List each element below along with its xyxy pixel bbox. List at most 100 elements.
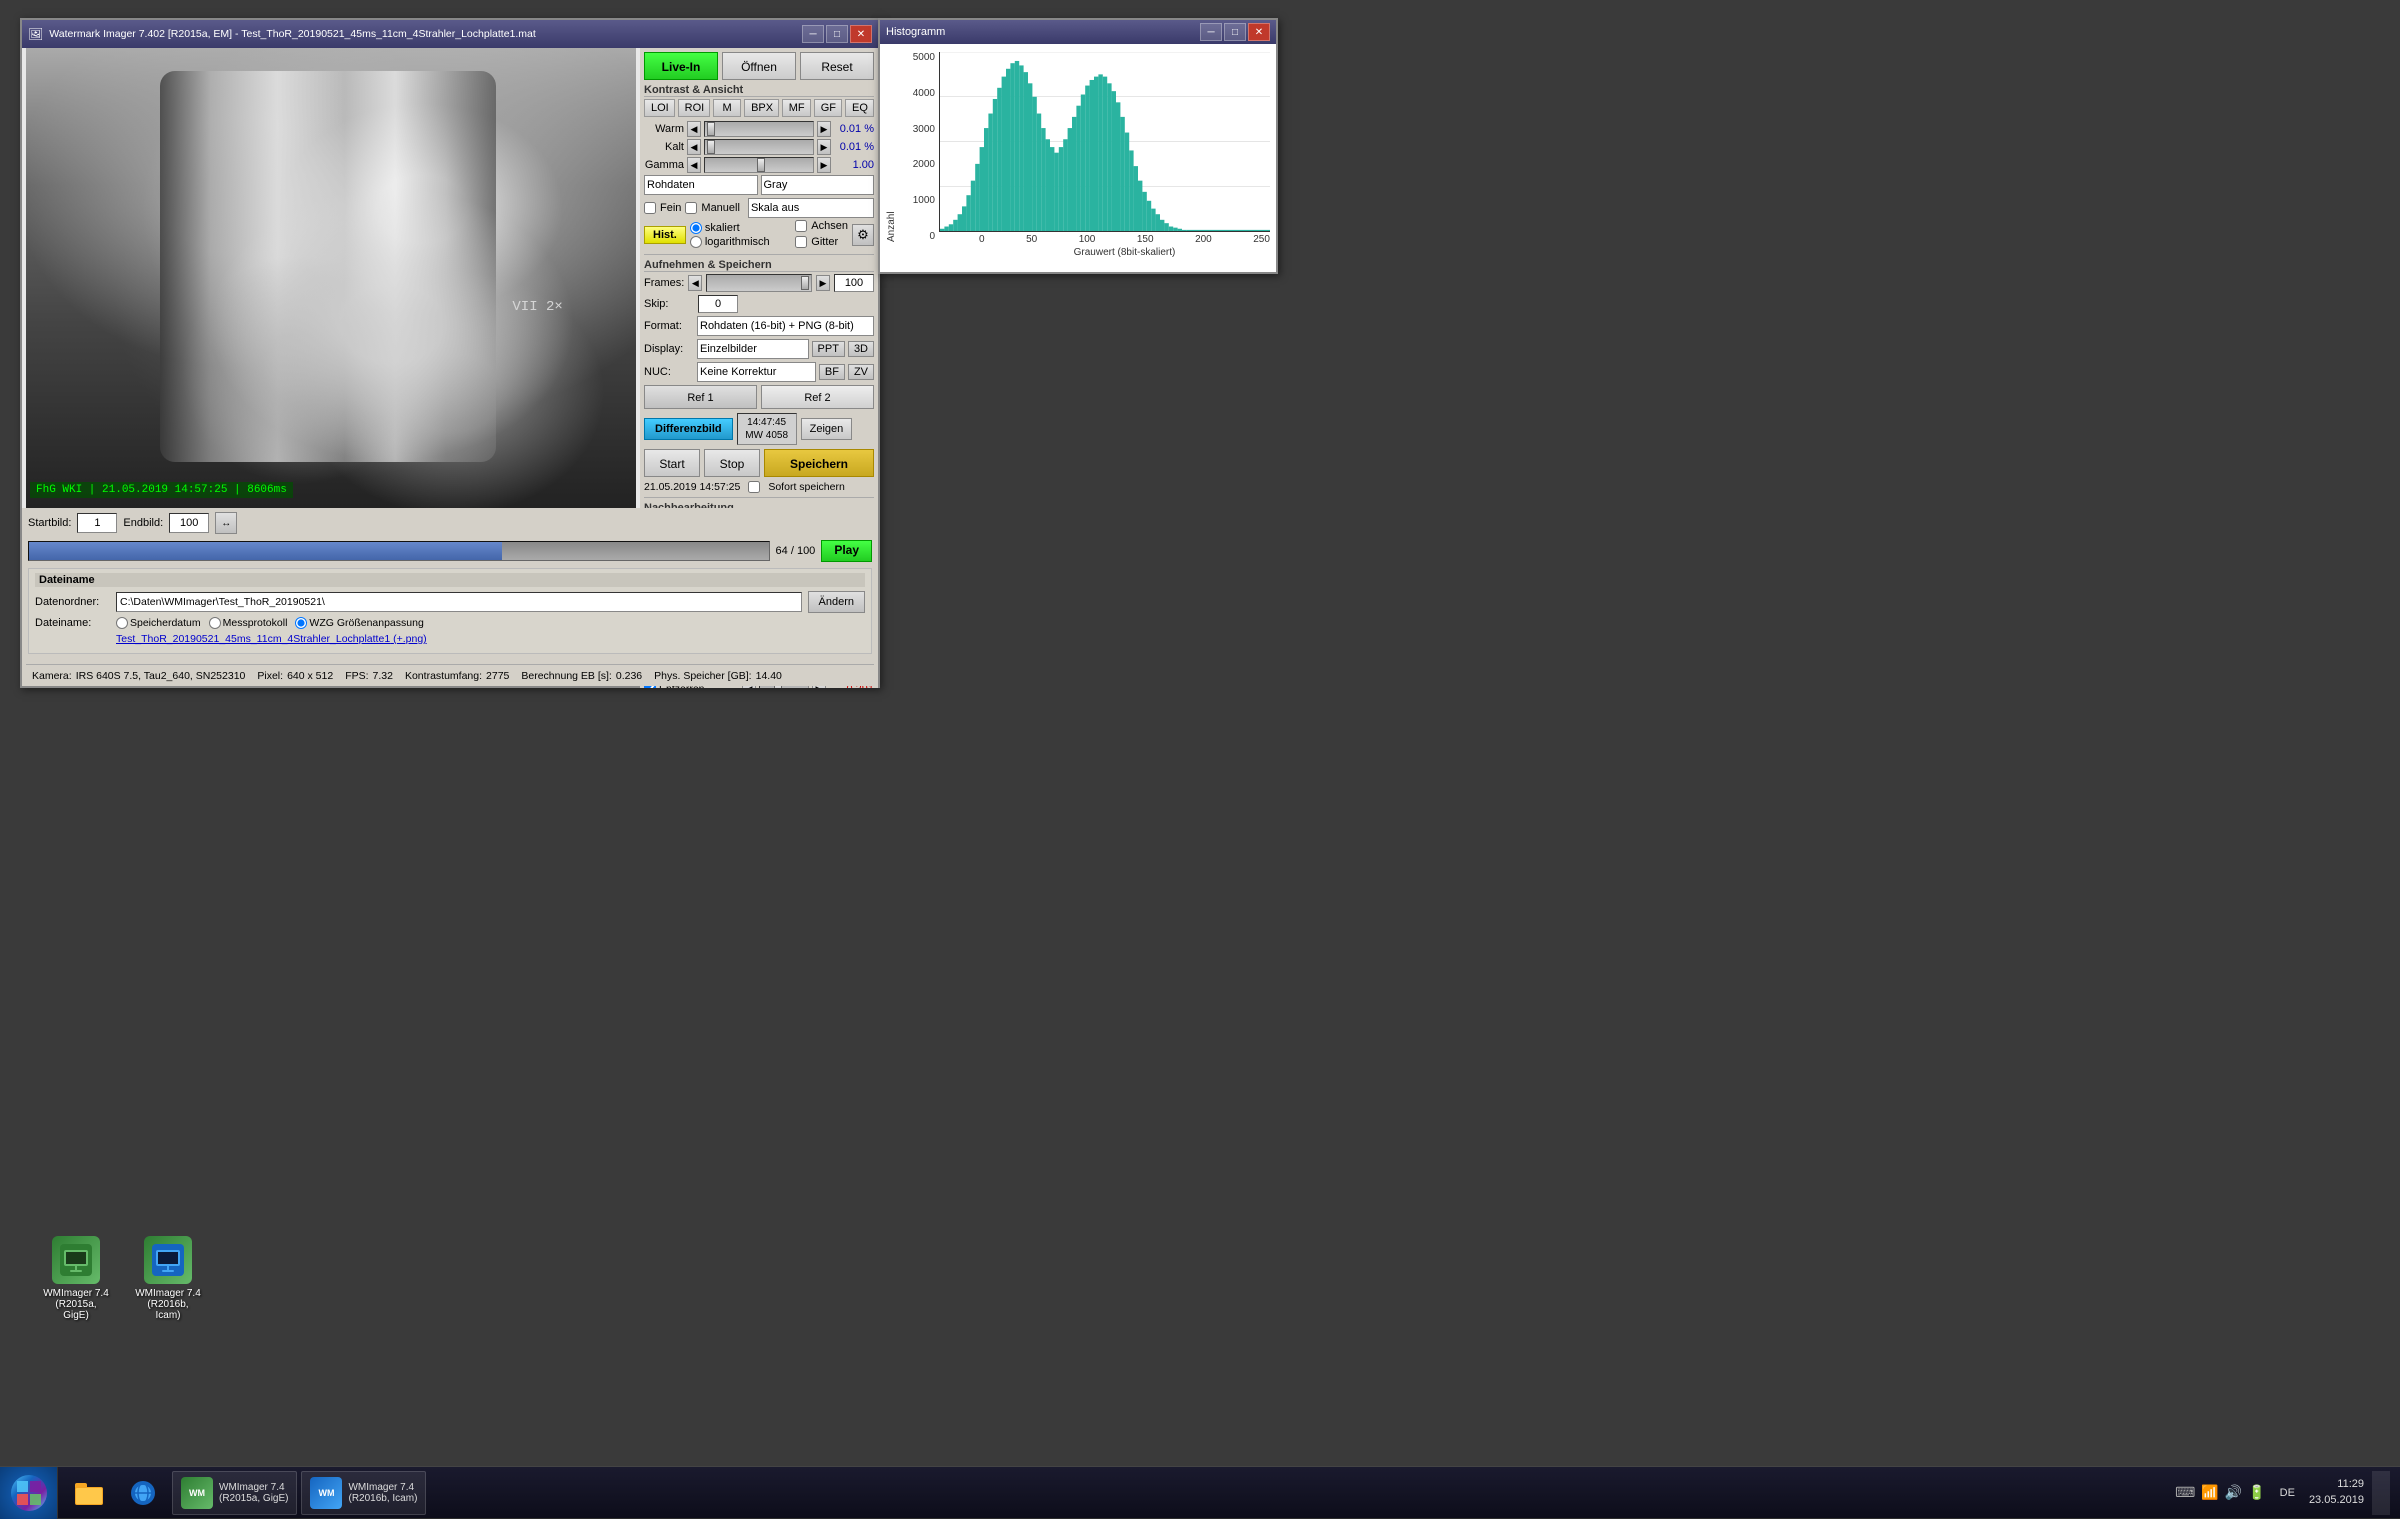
speicherdatum-label: Speicherdatum xyxy=(130,617,201,629)
manuell-checkbox[interactable] xyxy=(685,202,697,214)
hist-y-axis-label: Anzahl xyxy=(886,52,897,242)
skala-dropdown[interactable]: Skala aus xyxy=(748,198,874,218)
hist-maximize-button[interactable]: □ xyxy=(1224,23,1246,41)
differenzbild-button[interactable]: Differenzbild xyxy=(644,418,733,440)
minimize-button[interactable]: ─ xyxy=(802,25,824,43)
speicherdatum-radio[interactable] xyxy=(116,617,128,629)
achsen-checkbox[interactable] xyxy=(795,220,807,232)
gamma-slider-right[interactable]: ▶ xyxy=(817,157,831,173)
wzg-radio[interactable] xyxy=(295,617,307,629)
loi-button[interactable]: LOI xyxy=(644,99,675,117)
3d-button[interactable]: 3D xyxy=(848,341,874,357)
kalt-slider-right[interactable]: ▶ xyxy=(817,139,831,155)
gear-button[interactable]: ⚙ xyxy=(852,224,874,246)
ref1-button[interactable]: Ref 1 xyxy=(644,385,757,409)
taskbar-items: WM WMImager 7.4(R2015a, GigE) WM WMImage… xyxy=(58,1467,2165,1518)
phys-status-label: Phys. Speicher [GB]: xyxy=(654,670,751,682)
gitter-checkbox[interactable] xyxy=(795,236,807,248)
wzg-option[interactable]: WZG Größenanpassung xyxy=(295,617,423,629)
frames-input[interactable] xyxy=(834,274,874,292)
messprotokoll-radio[interactable] xyxy=(209,617,221,629)
playback-arrows-button[interactable]: ↔ xyxy=(215,512,237,534)
datenordner-input[interactable] xyxy=(116,592,802,612)
display-dropdown[interactable]: Einzelbilder xyxy=(697,339,809,359)
warm-slider-left[interactable]: ◀ xyxy=(687,121,701,137)
kalt-slider-track[interactable] xyxy=(704,139,814,155)
start-button[interactable]: Start xyxy=(644,449,700,477)
endbild-input[interactable] xyxy=(169,513,209,533)
kalt-slider-left[interactable]: ◀ xyxy=(687,139,701,155)
skaliert-radio-option: skaliert xyxy=(690,222,791,234)
filename-value: Test_ThoR_20190521_45ms_11cm_4Strahler_L… xyxy=(116,633,390,645)
andern-button[interactable]: Ändern xyxy=(808,591,865,613)
separator-1 xyxy=(644,254,874,255)
taskbar-ie-button[interactable] xyxy=(118,1471,168,1515)
battery-icon: 🔋 xyxy=(2248,1484,2265,1501)
diff-row: Differenzbild 14:47:45 MW 4058 Zeigen xyxy=(644,413,874,445)
hist-close-button[interactable]: ✕ xyxy=(1248,23,1270,41)
bottom-panel: Startbild: Endbild: ↔ 64 / 100 Play Date… xyxy=(22,508,878,686)
date-row: 21.05.2019 14:57:25 Sofort speichern xyxy=(644,481,874,493)
window-icon: 🖼 xyxy=(28,27,43,41)
ref2-button[interactable]: Ref 2 xyxy=(761,385,874,409)
ppt-button[interactable]: PPT xyxy=(812,341,845,357)
taskbar-folder-button[interactable] xyxy=(64,1471,114,1515)
gray-dropdown[interactable]: Gray xyxy=(761,175,875,195)
fein-checkbox[interactable] xyxy=(644,202,656,214)
m-button[interactable]: M xyxy=(713,99,741,117)
nuc-row: NUC: Keine Korrektur BF ZV xyxy=(644,362,874,382)
taskbar-item-wm2[interactable]: WM WMImager 7.4(R2016b, Icam) xyxy=(301,1471,426,1515)
close-button[interactable]: ✕ xyxy=(850,25,872,43)
skip-input[interactable] xyxy=(698,295,738,313)
live-button[interactable]: Live-In xyxy=(644,52,718,80)
roi-button[interactable]: ROI xyxy=(678,99,710,117)
zv-button[interactable]: ZV xyxy=(848,364,874,380)
zeigen-button[interactable]: Zeigen xyxy=(801,418,853,440)
speichern-button[interactable]: Speichern xyxy=(764,449,874,477)
frames-right[interactable]: ▶ xyxy=(816,275,830,291)
speicherdatum-option[interactable]: Speicherdatum xyxy=(116,617,201,629)
reset-button[interactable]: Reset xyxy=(800,52,874,80)
cylinder-overlay xyxy=(160,71,496,462)
bf-button[interactable]: BF xyxy=(819,364,845,380)
format-dropdown[interactable]: Rohdaten (16-bit) + PNG (8-bit) xyxy=(697,316,874,336)
progress-bar[interactable] xyxy=(28,541,770,561)
gamma-slider-row: Gamma ◀ ▶ 1.00 xyxy=(644,157,874,173)
hist-button[interactable]: Hist. xyxy=(644,226,686,244)
frames-left[interactable]: ◀ xyxy=(688,275,702,291)
progress-row: 64 / 100 Play xyxy=(28,540,872,562)
berechnung-status-label: Berechnung EB [s]: xyxy=(521,670,611,682)
windows-logo xyxy=(11,1475,47,1511)
stop-button[interactable]: Stop xyxy=(704,449,760,477)
filename-link[interactable]: Test_ThoR_20190521_45ms_11cm_4Strahler_L… xyxy=(116,633,427,645)
desktop-icon-wm1[interactable]: WMImager 7.4(R2015a, GigE) xyxy=(36,1230,116,1327)
logarithmisch-radio[interactable] xyxy=(690,236,702,248)
warm-slider-right[interactable]: ▶ xyxy=(817,121,831,137)
frames-track[interactable] xyxy=(706,274,812,292)
hist-minimize-button[interactable]: ─ xyxy=(1200,23,1222,41)
taskbar-date-value: 23.05.2019 xyxy=(2309,1493,2364,1508)
bpx-button[interactable]: BPX xyxy=(744,99,779,117)
taskbar-right: ⌨ 📶 🔊 🔋 DE 11:29 23.05.2019 xyxy=(2165,1467,2400,1518)
eq-button[interactable]: EQ xyxy=(845,99,874,117)
speaker-icon: 🔊 xyxy=(2225,1484,2242,1501)
startbild-input[interactable] xyxy=(77,513,117,533)
start-menu-button[interactable] xyxy=(0,1467,58,1519)
rohdaten-dropdown[interactable]: Rohdaten xyxy=(644,175,758,195)
desktop-icon-wm2[interactable]: WMImager 7.4(R2016b, Icam) xyxy=(128,1230,208,1327)
sofort-speichern-checkbox[interactable] xyxy=(748,481,760,493)
taskbar-item-wm1[interactable]: WM WMImager 7.4(R2015a, GigE) xyxy=(172,1471,297,1515)
gamma-slider-left[interactable]: ◀ xyxy=(687,157,701,173)
nuc-dropdown[interactable]: Keine Korrektur xyxy=(697,362,816,382)
gamma-slider-thumb xyxy=(757,158,765,172)
play-button[interactable]: Play xyxy=(821,540,872,562)
warm-slider-track[interactable] xyxy=(704,121,814,137)
skaliert-radio[interactable] xyxy=(690,222,702,234)
gamma-slider-track[interactable] xyxy=(704,157,814,173)
gf-button[interactable]: GF xyxy=(814,99,842,117)
offnen-button[interactable]: Öffnen xyxy=(722,52,796,80)
maximize-button[interactable]: □ xyxy=(826,25,848,43)
show-desktop-button[interactable] xyxy=(2372,1471,2390,1515)
mf-button[interactable]: MF xyxy=(782,99,811,117)
messprotokoll-option[interactable]: Messprotokoll xyxy=(209,617,288,629)
